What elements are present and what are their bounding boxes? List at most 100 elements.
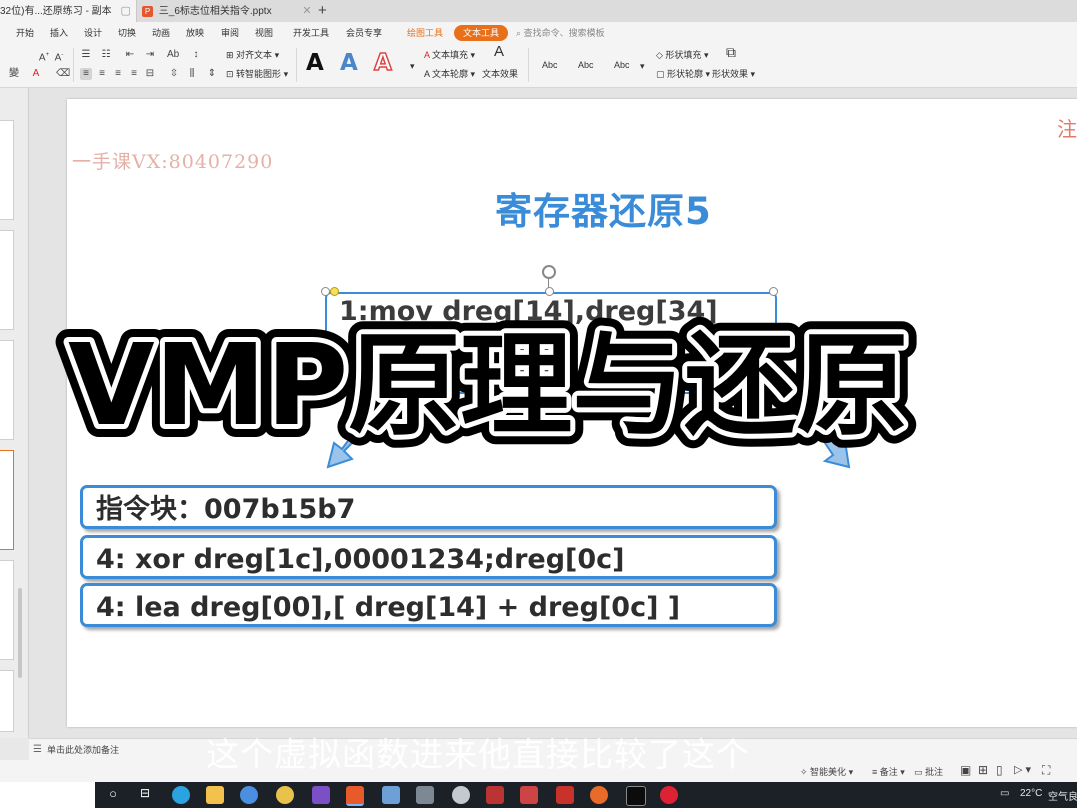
slide-thumbnail[interactable] <box>0 230 14 330</box>
distribute-icon[interactable]: ⊟ <box>144 68 156 80</box>
line-spacing-2-icon[interactable]: ⇕ <box>206 68 218 80</box>
slide-thumbnail[interactable] <box>0 670 14 732</box>
resize-handle-tm[interactable] <box>545 287 554 296</box>
text-direction-icon[interactable]: Ab <box>167 49 179 61</box>
align-text-button[interactable]: ⊞ 对齐文本 ▾ <box>226 49 279 61</box>
menu-drawing-tools[interactable]: 绘图工具 <box>407 25 443 41</box>
indent-decrease-icon[interactable]: ⇤ <box>124 49 136 61</box>
terminal-icon[interactable] <box>626 786 646 806</box>
shape-styles-more-icon[interactable]: ▾ <box>640 60 645 72</box>
slideshow-icon[interactable]: ▷ ▾ <box>1014 763 1031 776</box>
fit-window-icon[interactable]: ⛶ <box>1042 763 1050 778</box>
resize-handle-tr[interactable] <box>769 287 778 296</box>
shape-style-3[interactable]: Abc <box>614 60 630 70</box>
convert-smartart-button[interactable]: ⊡ 转智能图形 ▾ <box>226 68 288 80</box>
text-effect-button[interactable]: 文本效果 <box>482 68 518 80</box>
file-explorer-icon[interactable] <box>206 786 224 804</box>
visual-studio-icon[interactable] <box>312 786 330 804</box>
menu-animation[interactable]: 动画 <box>152 25 170 41</box>
columns-icon[interactable]: ⫼ <box>186 68 198 80</box>
recorder-icon[interactable] <box>660 786 678 804</box>
debugger-icon[interactable] <box>486 786 504 804</box>
close-tab-icon[interactable]: ✕ <box>302 5 311 17</box>
tool-icon[interactable] <box>452 786 470 804</box>
font-decrease-icon[interactable]: A- <box>53 49 65 63</box>
tab-document-2[interactable]: P 三_6标志位相关指令.pptx ✕ <box>142 0 312 22</box>
shape-outline-button[interactable]: ▢ 形状轮廓 ▾ <box>656 68 710 80</box>
menu-text-tools[interactable]: 文本工具 <box>454 25 509 41</box>
align-right-icon[interactable]: ≡ <box>112 68 124 80</box>
rotate-handle-icon[interactable] <box>542 265 556 279</box>
shape-fill-button[interactable]: ◇ 形状填充 ▾ <box>656 49 708 61</box>
sorter-view-icon[interactable]: ⊞ <box>978 763 988 777</box>
browser-icon[interactable] <box>240 786 258 804</box>
align-center-icon[interactable]: ≡ <box>96 68 108 80</box>
comments-button[interactable]: ▭ 批注 <box>914 765 943 778</box>
menu-home[interactable]: 开始 <box>16 25 34 41</box>
ubuntu-icon[interactable] <box>590 786 608 804</box>
font-increase-icon[interactable]: A+ <box>38 49 50 63</box>
text-fill-button[interactable]: A 文本填充 ▾ <box>424 49 475 61</box>
para-spacing-icon[interactable]: ⇳ <box>168 68 180 80</box>
number-list-icon[interactable]: ☷ <box>100 49 112 61</box>
wordart-style-black[interactable]: A <box>306 49 324 77</box>
smart-beautify-button[interactable]: ✧ 智能美化 ▾ <box>800 765 853 778</box>
text-outline-button[interactable]: A 文本轮廓 ▾ <box>424 68 475 80</box>
shape-style-1[interactable]: Abc <box>542 60 558 70</box>
slide-thumbnail[interactable] <box>0 560 14 660</box>
phonetic-icon[interactable]: 變 <box>4 68 24 80</box>
menu-design[interactable]: 设计 <box>84 25 102 41</box>
reading-view-icon[interactable]: ▯ <box>996 763 1003 777</box>
slide-thumbnail[interactable] <box>0 340 14 440</box>
slide-thumbnail-current[interactable] <box>0 450 14 550</box>
search-taskbar-icon[interactable]: ○ <box>104 786 122 804</box>
line-spacing-icon[interactable]: ↕ <box>190 49 202 61</box>
instruction-line-box[interactable]: 4: xor dreg[1c],00001234;dreg[0c] <box>80 535 777 579</box>
menu-view[interactable]: 视图 <box>255 25 273 41</box>
menu-review[interactable]: 审阅 <box>221 25 239 41</box>
menu-transition[interactable]: 切换 <box>118 25 136 41</box>
weather-temp[interactable]: 22°C <box>1020 788 1042 799</box>
bullet-list-icon[interactable]: ☰ <box>80 49 92 61</box>
slide-title[interactable]: 寄存器还原5 <box>495 181 712 235</box>
wordart-style-blue[interactable]: A <box>340 49 358 77</box>
weather-air[interactable]: 空气良 <box>1048 788 1077 803</box>
wps-icon[interactable] <box>346 786 364 806</box>
indent-increase-icon[interactable]: ⇥ <box>144 49 156 61</box>
tab-document-active[interactable]: 32位)有...还原练习 - 副本 ▢ <box>0 0 137 22</box>
menu-developer[interactable]: 开发工具 <box>293 25 329 41</box>
command-search[interactable]: ⌕ 查找命令、搜索模板 <box>516 25 605 41</box>
text-effect-icon[interactable]: A <box>494 44 504 59</box>
notes-toggle-button[interactable]: ≡ 备注 ▾ <box>872 765 905 778</box>
menu-member[interactable]: 会员专享 <box>346 25 382 41</box>
thumbnail-scrollbar[interactable] <box>18 588 22 678</box>
menu-slideshow[interactable]: 放映 <box>186 25 204 41</box>
normal-view-icon[interactable]: ▣ <box>960 763 971 777</box>
new-tab-button[interactable]: + <box>318 0 327 22</box>
wordart-more-icon[interactable]: ▾ <box>410 60 415 72</box>
font-color-icon[interactable]: A <box>30 68 42 80</box>
task-view-icon[interactable]: ⊟ <box>136 786 154 804</box>
tray-icons[interactable]: ▭ <box>1000 788 1009 799</box>
menu-insert[interactable]: 插入 <box>50 25 68 41</box>
shape-effect-button[interactable]: 形状效果 ▾ <box>712 68 755 80</box>
resize-handle-tl[interactable] <box>321 287 330 296</box>
slide-thumbnail[interactable] <box>0 120 14 220</box>
notes-placeholder[interactable]: 单击此处添加备注 <box>47 743 119 756</box>
edge-icon[interactable] <box>172 786 190 804</box>
clear-format-icon[interactable]: ⌫ <box>56 68 70 80</box>
debugger-2-icon[interactable] <box>520 786 538 804</box>
align-left-icon[interactable]: ≡ <box>80 68 92 80</box>
app-icon[interactable] <box>276 786 294 804</box>
calculator-icon[interactable] <box>416 786 434 804</box>
align-justify-icon[interactable]: ≡ <box>128 68 140 80</box>
wordart-style-red[interactable]: A <box>373 49 392 77</box>
adjust-handle[interactable] <box>330 287 339 296</box>
instruction-block-box[interactable]: 指令块：007b15b7 <box>80 485 777 529</box>
minimize-tab-icon[interactable]: ▢ <box>120 5 130 17</box>
hex-editor-icon[interactable] <box>556 786 574 804</box>
shape-effect-icon[interactable]: ⧉ <box>726 45 736 59</box>
editor-icon[interactable] <box>382 786 400 804</box>
shape-style-2[interactable]: Abc <box>578 60 594 70</box>
instruction-line-box[interactable]: 4: lea dreg[00],[ dreg[14] + dreg[0c] ] <box>80 583 777 627</box>
